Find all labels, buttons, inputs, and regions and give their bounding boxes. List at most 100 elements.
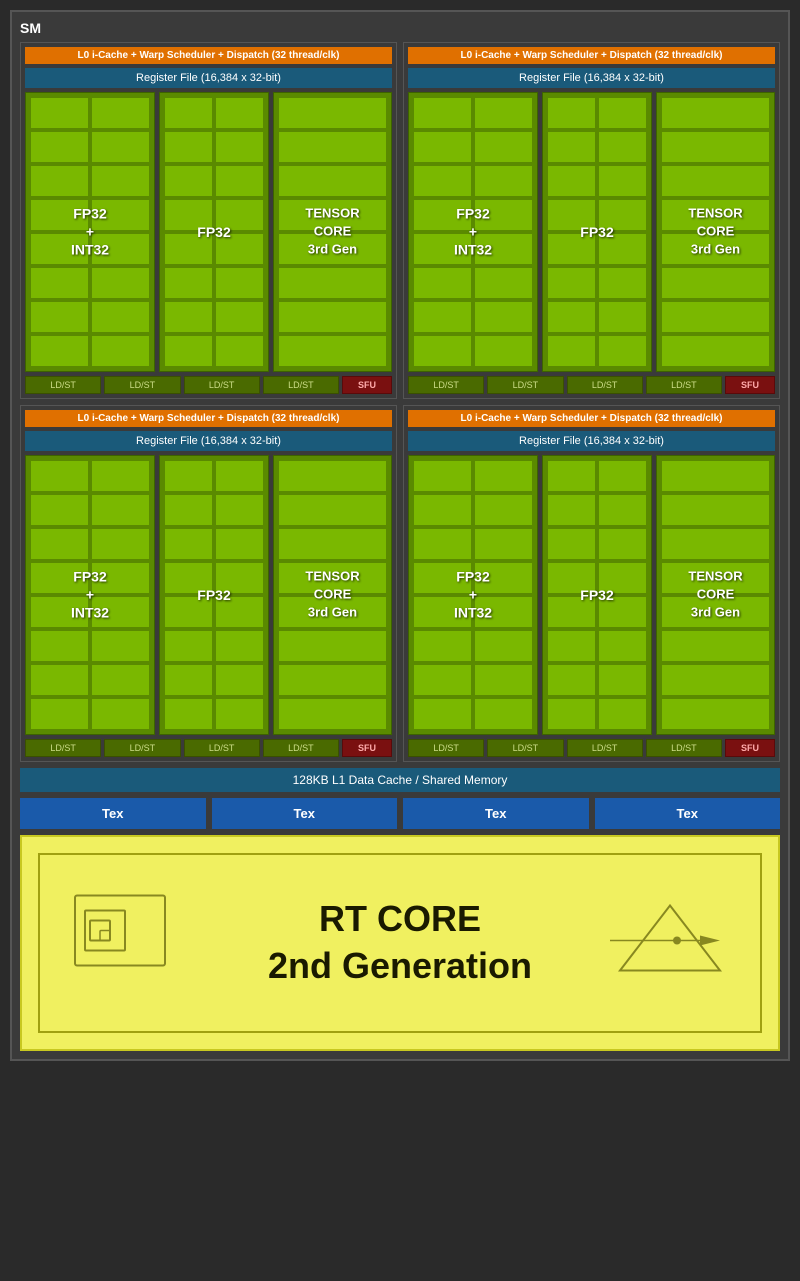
grid-cell [30, 131, 89, 163]
l1-cache-bar: 128KB L1 Data Cache / Shared Memory [20, 768, 780, 792]
quadrant-4: L0 i-Cache + Warp Scheduler + Dispatch (… [403, 405, 780, 762]
grid-cell [278, 460, 387, 492]
grid-cell [164, 199, 213, 231]
grid-cell [547, 97, 596, 129]
grid-cell [547, 494, 596, 526]
grid-cell [474, 97, 533, 129]
grid-cell [413, 131, 472, 163]
ldst-cell-2-q3: LD/ST [104, 739, 180, 757]
grid-cell [30, 233, 89, 265]
grid-cell [547, 630, 596, 662]
grid-cell [30, 165, 89, 197]
ldst-cell-3-q3: LD/ST [184, 739, 260, 757]
grid-cell [30, 562, 89, 594]
sfu-cell-q3: SFU [342, 739, 392, 757]
grid-cell [91, 698, 150, 730]
grid-cell [598, 596, 647, 628]
grid-cell [215, 267, 264, 299]
ldst-cell-1-q3: LD/ST [25, 739, 101, 757]
ldst-sfu-row-q1: LD/ST LD/ST LD/ST LD/ST SFU [25, 376, 392, 394]
grid-cell [278, 97, 387, 129]
tensor-core-block-q4: TENSORCORE3rd Gen [656, 455, 775, 735]
grid-cell [547, 233, 596, 265]
sm-container: SM L0 i-Cache + Warp Scheduler + Dispatc… [10, 10, 790, 1061]
grid-cell [413, 596, 472, 628]
grid-cell [164, 494, 213, 526]
grid-cell [215, 528, 264, 560]
grid-cell [661, 165, 770, 197]
grid-cell [30, 460, 89, 492]
grid-cell [413, 528, 472, 560]
grid-cell [164, 267, 213, 299]
grid-cell [661, 596, 770, 628]
grid-cell [598, 528, 647, 560]
tex-unit-4: Tex [595, 798, 781, 829]
grid-cell [30, 528, 89, 560]
grid-cell [30, 596, 89, 628]
cores-area-q3: FP32+INT32 FP32 [25, 455, 392, 735]
grid-cell [474, 664, 533, 696]
fp32-int32-block-q3: FP32+INT32 [25, 455, 155, 735]
grid-cell [661, 97, 770, 129]
sm-label: SM [20, 20, 780, 36]
bvh-icon-left [70, 891, 170, 996]
grid-cell [598, 267, 647, 299]
grid-cell [661, 562, 770, 594]
grid-cell [30, 664, 89, 696]
grid-cell [91, 335, 150, 367]
grid-cell [215, 460, 264, 492]
grid-cell [164, 664, 213, 696]
grid-cell [547, 335, 596, 367]
grid-cell [278, 596, 387, 628]
grid-cell [215, 165, 264, 197]
grid-cell [30, 335, 89, 367]
grid-cell [215, 562, 264, 594]
ldst-cell-2-q4: LD/ST [487, 739, 563, 757]
quadrant-2: L0 i-Cache + Warp Scheduler + Dispatch (… [403, 42, 780, 399]
grid-cell [215, 630, 264, 662]
grid-cell [278, 131, 387, 163]
grid-cell [598, 97, 647, 129]
grid-cell [413, 301, 472, 333]
grid-cell [215, 301, 264, 333]
grid-cell [598, 131, 647, 163]
grid-cell [598, 494, 647, 526]
grid-cell [598, 698, 647, 730]
tex-unit-1: Tex [20, 798, 206, 829]
grid-cell [474, 131, 533, 163]
grid-cell [164, 165, 213, 197]
tensor-core-block-q2: TENSORCORE3rd Gen [656, 92, 775, 372]
tex-unit-2: Tex [212, 798, 398, 829]
rt-core-line1: RT CORE [319, 898, 481, 939]
grid-cell [413, 335, 472, 367]
grid-cell [598, 630, 647, 662]
grid-cell [661, 131, 770, 163]
grid-cell [661, 698, 770, 730]
grid-cell [547, 199, 596, 231]
grid-cell [413, 630, 472, 662]
grid-cell [278, 165, 387, 197]
grid-cell [474, 165, 533, 197]
rt-core-inner: RT CORE 2nd Generation [38, 853, 762, 1033]
grid-cell [598, 165, 647, 197]
ldst-cell-3-q1: LD/ST [184, 376, 260, 394]
grid-cell [474, 528, 533, 560]
grid-cell [91, 97, 150, 129]
grid-cell [547, 301, 596, 333]
quadrant-1: L0 i-Cache + Warp Scheduler + Dispatch (… [20, 42, 397, 399]
cores-area-q1: FP32+INT32 FP32 [25, 92, 392, 372]
grid-cell [474, 335, 533, 367]
grid-cell [91, 460, 150, 492]
sfu-cell-q1: SFU [342, 376, 392, 394]
grid-cell [30, 199, 89, 231]
quadrant-3: L0 i-Cache + Warp Scheduler + Dispatch (… [20, 405, 397, 762]
fp32-block-q1: FP32 [159, 92, 269, 372]
register-file-q1: Register File (16,384 x 32-bit) [25, 68, 392, 88]
grid-cell [474, 199, 533, 231]
ldst-cell-2-q2: LD/ST [487, 376, 563, 394]
grid-cell [413, 494, 472, 526]
ray-triangle-icon [610, 901, 730, 986]
rt-core-section: RT CORE 2nd Generation [20, 835, 780, 1051]
cores-area-q2: FP32+INT32 FP32 [408, 92, 775, 372]
grid-cell [474, 596, 533, 628]
